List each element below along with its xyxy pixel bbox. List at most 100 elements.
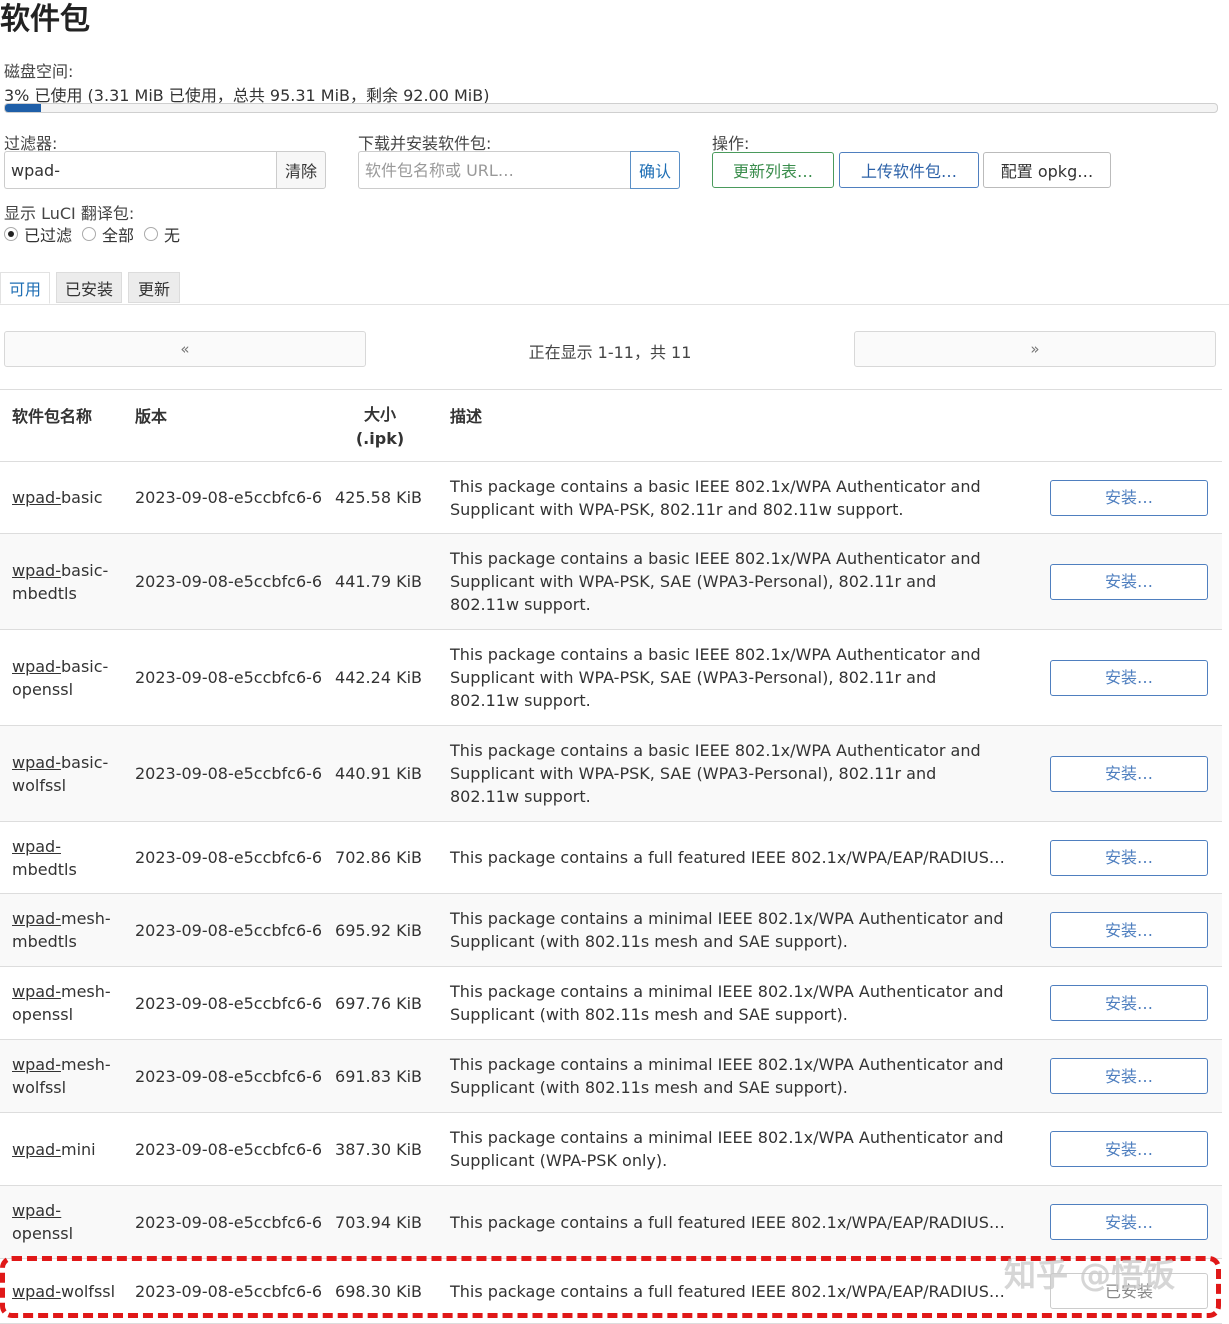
package-version: 2023-09-08-e5ccbfc6-6 xyxy=(135,848,323,867)
package-description: This package contains a basic IEEE 802.1… xyxy=(450,549,981,614)
package-name-link[interactable]: wpad-basic-wolfssl xyxy=(12,751,122,797)
package-description: This package contains a minimal IEEE 802… xyxy=(450,1055,1004,1097)
package-name: wpad-mesh-openssl xyxy=(12,967,122,1039)
package-description: This package contains a basic IEEE 802.1… xyxy=(450,476,981,519)
package-name-link[interactable]: wpad-mesh-mbedtls xyxy=(12,907,122,953)
package-size: 698.30 KiB xyxy=(335,1281,422,1301)
clear-filter-button[interactable]: 清除 xyxy=(275,151,326,189)
header-version: 版本 xyxy=(135,407,168,426)
package-version: 2023-09-08-e5ccbfc6-6 xyxy=(135,1212,323,1232)
package-version: 2023-09-08-e5ccbfc6-6 xyxy=(135,1066,323,1086)
package-name-prefix: wpad- xyxy=(12,656,61,676)
table-row: wpad-mbedtls 2023-09-08-e5ccbfc6-6 702.86 … xyxy=(0,822,1222,894)
package-name-link[interactable]: wpad-mbedtls xyxy=(12,835,122,881)
disk-usage-fill xyxy=(5,104,42,112)
table-row: wpad-wolfssl 2023-09-08-e5ccbfc6-6 698.30 … xyxy=(0,1259,1222,1324)
package-name: wpad-mesh-mbedtls xyxy=(12,894,122,966)
radio-filtered[interactable]: 已过滤 xyxy=(4,222,72,246)
package-version: 2023-09-08-e5ccbfc6-6 xyxy=(135,1139,323,1159)
package-version: 2023-09-08-e5ccbfc6-6 xyxy=(135,993,323,1013)
install-button[interactable]: 安装… xyxy=(1050,1058,1208,1094)
install-button[interactable]: 安装… xyxy=(1050,1131,1208,1167)
package-size: 697.76 KiB xyxy=(335,993,422,1013)
package-action: 安装… xyxy=(1050,1113,1210,1185)
package-size: 442.24 KiB xyxy=(335,668,422,687)
table-row: wpad-mesh-wolfssl 2023-09-08-e5ccbfc6-6 69… xyxy=(0,1040,1222,1113)
confirm-install-button[interactable]: 确认 xyxy=(629,151,680,189)
tab-updates[interactable]: 更新 xyxy=(128,272,180,303)
table-row: wpad-mesh-mbedtls 2023-09-08-e5ccbfc6-6 69… xyxy=(0,894,1222,967)
install-button[interactable]: 安装… xyxy=(1050,659,1208,696)
package-action: 安装… xyxy=(1050,1040,1210,1112)
install-button[interactable]: 安装… xyxy=(1050,755,1208,792)
install-button[interactable]: 安装… xyxy=(1050,563,1208,600)
package-action: 安装… xyxy=(1050,822,1210,893)
package-tabs: 可用 已安装 更新 xyxy=(0,272,1229,305)
package-name-prefix: wpad- xyxy=(12,560,61,580)
package-version: 2023-09-08-e5ccbfc6-6 xyxy=(135,1281,323,1301)
next-page-button[interactable]: » xyxy=(854,331,1216,367)
package-name-prefix: wpad- xyxy=(12,488,61,507)
package-name: wpad-basic-mbedtls xyxy=(12,534,122,629)
disk-space-label: 磁盘空间: xyxy=(4,62,74,81)
package-action: 安装… xyxy=(1050,1186,1210,1258)
package-size: 425.58 KiB xyxy=(335,488,422,507)
package-name: wpad-basic-wolfssl xyxy=(12,726,122,821)
package-name: wpad-mbedtls xyxy=(12,822,122,893)
package-url-input[interactable] xyxy=(358,151,630,189)
filter-input[interactable] xyxy=(4,151,276,189)
radio-dot-icon xyxy=(82,227,97,241)
package-description: This package contains a full featured IE… xyxy=(450,1281,1005,1301)
table-row: wpad-mini 2023-09-08-e5ccbfc6-6 387.30 KiB… xyxy=(0,1113,1222,1186)
package-name: wpad-mesh-wolfssl xyxy=(12,1040,122,1112)
package-size: 702.86 KiB xyxy=(335,848,422,867)
table-row: wpad-basic-wolfssl 2023-09-08-e5ccbfc6-6 4… xyxy=(0,726,1222,822)
luci-filter-radio-group: 已过滤 全部 无 xyxy=(4,222,190,246)
install-button[interactable]: 安装… xyxy=(1050,1204,1208,1240)
install-button[interactable]: 安装… xyxy=(1050,985,1208,1021)
prev-page-button[interactable]: « xyxy=(4,331,366,367)
header-description: 描述 xyxy=(450,407,483,426)
download-group: 确认 xyxy=(358,151,680,189)
update-lists-button[interactable]: 更新列表… xyxy=(712,152,834,188)
package-name: wpad-wolfssl xyxy=(12,1259,122,1323)
luci-translation-label: 显示 LuCI 翻译包: xyxy=(4,204,135,223)
install-button[interactable]: 安装… xyxy=(1050,912,1208,948)
upload-package-button[interactable]: 上传软件包… xyxy=(839,152,979,188)
install-button[interactable]: 安装… xyxy=(1050,839,1208,876)
table-row: wpad-mesh-openssl 2023-09-08-e5ccbfc6-6 69… xyxy=(0,967,1222,1040)
package-name-suffix: mbedtls xyxy=(12,859,77,879)
package-name-link[interactable]: wpad-basic-mbedtls xyxy=(12,559,122,605)
package-name-link[interactable]: wpad-mesh-openssl xyxy=(12,980,122,1026)
pager-status: 正在显示 1-11，共 11 xyxy=(528,343,692,362)
package-name: wpad-basic-openssl xyxy=(12,630,122,725)
package-action: 安装… xyxy=(1050,630,1210,725)
tab-available[interactable]: 可用 xyxy=(0,272,50,304)
tab-installed[interactable]: 已安装 xyxy=(56,272,122,303)
package-description: This package contains a full featured IE… xyxy=(450,1212,1005,1232)
package-name-suffix: basic xyxy=(60,488,103,507)
package-version: 2023-09-08-e5ccbfc6-6 xyxy=(135,488,323,507)
package-name-link[interactable]: wpad-openssl xyxy=(12,1199,122,1245)
install-button[interactable]: 安装… xyxy=(1050,479,1208,516)
package-action: 安装… xyxy=(1050,534,1210,629)
radio-all-label: 全部 xyxy=(102,226,135,245)
package-name-link[interactable]: wpad-mesh-wolfssl xyxy=(12,1053,122,1099)
package-name-link[interactable]: wpad-mini xyxy=(12,1138,96,1161)
radio-dot-icon xyxy=(4,227,18,241)
radio-all[interactable]: 全部 xyxy=(82,222,134,246)
package-description: This package contains a minimal IEEE 802… xyxy=(450,1128,1004,1170)
package-name-suffix: wolfssl xyxy=(60,1281,116,1301)
table-body: wpad-basic 2023-09-08-e5ccbfc6-6 425.58 Ki… xyxy=(0,462,1222,1324)
table-row: wpad-basic-mbedtls 2023-09-08-e5ccbfc6-6 4… xyxy=(0,534,1222,630)
package-name-link[interactable]: wpad-wolfssl xyxy=(12,1280,115,1303)
configure-opkg-button[interactable]: 配置 opkg… xyxy=(983,152,1111,188)
package-name-link[interactable]: wpad-basic xyxy=(12,486,103,509)
package-size: 387.30 KiB xyxy=(335,1139,422,1159)
package-size: 691.83 KiB xyxy=(335,1066,422,1086)
package-name-suffix: openssl xyxy=(12,1224,74,1243)
header-name: 软件包名称 xyxy=(12,407,93,426)
package-name-link[interactable]: wpad-basic-openssl xyxy=(12,655,122,701)
radio-none[interactable]: 无 xyxy=(144,222,180,246)
actions-label: 操作: xyxy=(712,134,750,153)
